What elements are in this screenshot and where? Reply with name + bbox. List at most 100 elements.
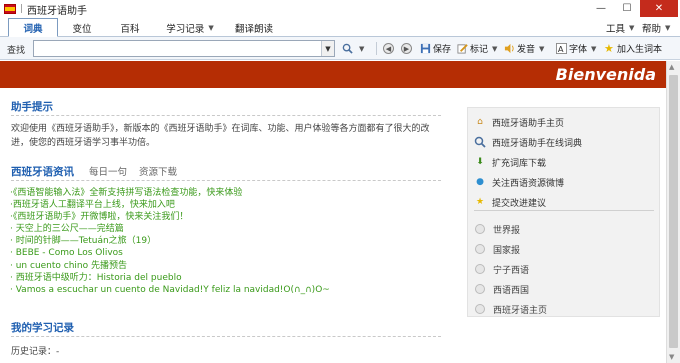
tab-translate-read[interactable]: 翻译朗读 (226, 18, 282, 37)
source-option-label: 西班牙语主页 (493, 305, 548, 316)
star-icon: ★ (475, 197, 485, 207)
assistant-tips-title: 助手提示 (11, 101, 53, 113)
add-vocab-label: 加入生词本 (617, 45, 663, 55)
search-label: 查找 (7, 46, 26, 56)
save-label: 保存 (433, 45, 452, 55)
svg-text:A: A (558, 44, 564, 54)
toolbar-separator (376, 42, 377, 55)
bookmark-button[interactable]: 标记 ▼ (457, 41, 497, 56)
news-title[interactable]: 西班牙语资讯 (11, 164, 74, 179)
bookmark-label: 标记 (470, 45, 489, 55)
chevron-down-icon: ▼ (492, 44, 498, 53)
news-link[interactable]: · 西班牙语中级听力：Historia del pueblo (10, 272, 440, 284)
pencil-icon (457, 44, 468, 54)
minimize-button[interactable]: — (588, 0, 614, 17)
radio-button[interactable] (475, 284, 485, 294)
spanish-flag-icon (4, 4, 16, 14)
chevron-down-icon: ▼ (359, 44, 365, 53)
news-link[interactable]: ·西班牙语人工翻译平台上线，快来加入吧 (10, 199, 440, 211)
font-size-icon: A (556, 43, 567, 54)
close-button[interactable]: ✕ (640, 0, 678, 17)
tools-menu-label: 工具 (606, 23, 626, 35)
back-button[interactable]: ◀ (383, 41, 396, 56)
download-arrow-icon: ⬇ (476, 157, 484, 167)
side-link-weibo[interactable]: ● 关注西语资源微博 (474, 175, 564, 189)
font-button[interactable]: A 字体 ▼ (556, 41, 596, 56)
tab-study-records[interactable]: 学习记录 ▼ (158, 18, 222, 37)
tab-encyclopedia[interactable]: 百科 (106, 18, 154, 37)
help-menu-label: 帮助 (642, 23, 662, 35)
section-divider (11, 336, 441, 337)
source-option-label: 西语西国 (493, 285, 530, 296)
tab-label: 词典 (23, 23, 43, 35)
news-link[interactable]: · Vamos a escuchar un cuento de Navidad!… (10, 284, 440, 296)
tab-resource-download[interactable]: 资源下载 (139, 164, 177, 178)
source-option-el-mundo[interactable]: 世界报 (475, 222, 520, 236)
chevron-down-icon: ▼ (539, 44, 545, 53)
side-link-feedback[interactable]: ★ 提交改进建议 (474, 195, 546, 209)
tools-menu[interactable]: 工具 ▼ (606, 18, 634, 37)
tab-label: 学习记录 (166, 23, 205, 35)
window-controls: — ☐ ✕ (588, 0, 678, 17)
section-divider (11, 180, 441, 181)
arrow-left-icon: ◀ (383, 43, 394, 54)
radio-button[interactable] (475, 224, 485, 234)
news-link[interactable]: · 天空上的三公尺——完结篇 (10, 223, 440, 235)
tab-daily-sentence[interactable]: 每日一句 (89, 164, 127, 178)
news-link[interactable]: · BEBE - Como Los Olivos (10, 247, 440, 259)
save-button[interactable]: 保存 (420, 41, 451, 56)
side-divider (474, 210, 654, 211)
search-dropdown-button[interactable]: ▼ (321, 41, 334, 56)
source-option-label: 国家报 (493, 245, 521, 256)
search-input[interactable]: ▼ (33, 40, 335, 57)
vertical-scrollbar[interactable]: ▲ ▼ (666, 61, 680, 363)
radio-button[interactable] (475, 244, 485, 254)
chevron-down-icon: ▼ (629, 23, 635, 32)
side-link-label: 提交改进建议 (492, 198, 547, 209)
scroll-down-icon[interactable]: ▼ (669, 353, 674, 361)
tab-dictionary[interactable]: 词典 (8, 18, 58, 37)
source-option-ningzi[interactable]: 宁子西语 (475, 262, 529, 276)
side-panel: ⌂ 西班牙语助手主页 西班牙语助手在线词典 ⬇ 扩充词库下载 ● 关注西语资源微… (467, 107, 660, 317)
chevron-down-icon: ▼ (591, 44, 597, 53)
pronounce-label: 发音 (517, 45, 536, 55)
title-bar: | 西班牙语助手 — ☐ ✕ (0, 0, 680, 18)
scroll-up-icon[interactable]: ▲ (669, 63, 674, 71)
news-link[interactable]: ·《西班牙语助手》开微博啦，快来关注我们！ (10, 211, 440, 223)
pronounce-button[interactable]: 发音 ▼ (504, 41, 544, 56)
tab-label: 翻译朗读 (234, 23, 273, 35)
assistant-intro-text: 欢迎使用《西班牙语助手》，新版本的《西班牙语助手》在词库、功能、用户体验等各方面… (11, 124, 430, 148)
source-option-el-pais[interactable]: 国家报 (475, 242, 520, 256)
chevron-down-icon: ▼ (208, 23, 214, 32)
maximize-button[interactable]: ☐ (614, 0, 640, 17)
magnifier-icon (474, 136, 486, 148)
home-icon: ⌂ (477, 117, 483, 127)
news-link[interactable]: ·《西语智能输入法》全新支持拼写语法检查功能，快来体验 (10, 187, 440, 199)
search-button[interactable]: ▼ (342, 41, 364, 56)
news-link[interactable]: · 时间的针脚——Tetuán之旅（19） (10, 235, 440, 247)
forward-button[interactable]: ▶ (401, 41, 414, 56)
side-link-home[interactable]: ⌂ 西班牙语助手主页 (474, 115, 564, 129)
side-link-label: 西班牙语助手在线词典 (492, 138, 583, 149)
add-vocab-button[interactable]: ★ 加入生词本 (604, 41, 662, 56)
source-option-homepage[interactable]: 西班牙语主页 (475, 302, 547, 316)
source-option-xiyu-xiguo[interactable]: 西语西国 (475, 282, 529, 296)
scrollbar-thumb[interactable] (669, 75, 678, 348)
tab-conjugation[interactable]: 变位 (58, 18, 106, 37)
side-link-download[interactable]: ⬇ 扩充词库下载 (474, 155, 546, 169)
side-link-online-dictionary[interactable]: 西班牙语助手在线词典 (474, 135, 582, 149)
news-link[interactable]: · un cuento chino 先播预告 (10, 260, 440, 272)
radio-button[interactable] (475, 304, 485, 314)
title-separator: | (20, 4, 24, 14)
tab-label: 百科 (120, 23, 140, 35)
source-option-label: 世界报 (493, 225, 521, 236)
radio-button[interactable] (475, 264, 485, 274)
window-title: 西班牙语助手 (27, 5, 88, 17)
help-menu[interactable]: 帮助 ▼ (642, 18, 670, 37)
welcome-banner: Bienvenida (0, 61, 666, 88)
source-option-label: 宁子西语 (493, 265, 530, 276)
history-label: 历史记录：- (11, 347, 60, 357)
tab-label: 变位 (72, 23, 92, 35)
tab-bar: 词典 变位 百科 学习记录 ▼ 翻译朗读 工具 ▼ 帮助 ▼ (0, 18, 680, 37)
side-link-label: 关注西语资源微博 (492, 178, 565, 189)
